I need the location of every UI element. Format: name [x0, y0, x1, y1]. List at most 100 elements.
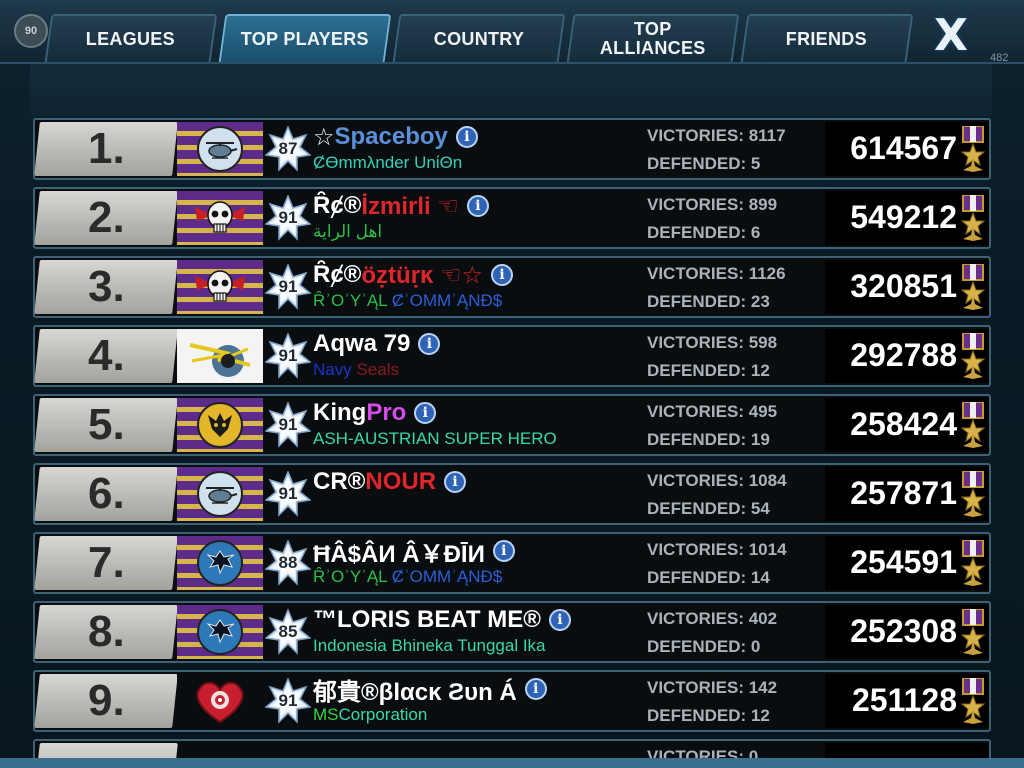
alliance-name-part: MS — [313, 705, 339, 724]
info-icon[interactable]: i — [524, 678, 547, 700]
tab-country[interactable]: COUNTRY — [392, 14, 566, 62]
player-row[interactable]: 2. 91 Ȓȼ® İzmirli ☜ i اهل الراية VICTORIES: 89… — [33, 187, 991, 249]
level-star-badge: 91 — [265, 678, 311, 724]
alliance-name-part: Seals — [356, 360, 399, 379]
alliance-name-part: ASH-AUSTRIAN SUPER HERO — [313, 429, 557, 448]
rank-number: 4. — [87, 331, 125, 380]
medal-icon — [960, 263, 986, 312]
tab-label: TOP ALLIANCES — [600, 19, 706, 58]
victories-stat: VICTORIES: 495 — [647, 402, 778, 421]
player-row[interactable]: 4. 91 Aqwa 79 i Navy Seals VICTORIES: 598 DEFE… — [33, 325, 991, 387]
rank-number: 7. — [87, 538, 125, 587]
defended-stat: DEFENDED: 54 — [647, 499, 770, 518]
score-value: 251128 — [851, 682, 957, 718]
alliance-name-part: ȻʾOMMʾĄNĐ$ — [391, 567, 503, 586]
rank-box: 7. — [34, 536, 178, 590]
level-star-badge: 91 — [265, 195, 311, 241]
medal-icon — [960, 539, 986, 588]
alliance-name: ASH-AUSTRIAN SUPER HERO — [313, 429, 557, 451]
victories-stat: VICTORIES: 8117 — [647, 126, 786, 145]
player-name-part: NOUR — [365, 468, 437, 495]
corner-counter: 482 — [990, 52, 1009, 64]
player-level-badge: 90 — [14, 14, 48, 48]
info-icon[interactable]: i — [418, 333, 441, 355]
score-value: 254591 — [850, 544, 957, 580]
player-name[interactable]: Aqwa 79 i — [313, 330, 441, 358]
player-name-part: Ȓȼ® — [313, 192, 362, 219]
defended-stat: DEFENDED: 6 — [647, 223, 761, 242]
score-value: 257871 — [850, 475, 957, 511]
alliance-name-part: اهل الراية — [313, 222, 383, 241]
info-icon[interactable]: i — [455, 126, 478, 148]
alliance-name-part: Navy — [313, 360, 357, 379]
info-icon[interactable]: i — [466, 195, 489, 217]
score-box: 257871 — [825, 467, 989, 521]
player-row[interactable]: 1. 87 ☆ Spaceboy i ȻӨmmλnder UnίΘn VICTORIES: … — [33, 118, 991, 180]
tab-label: LEAGUES — [86, 28, 176, 49]
victories-stat: VICTORIES: 899 — [647, 195, 778, 214]
player-name[interactable]: ™LORIS BEAT ME® i — [313, 606, 571, 634]
info-icon[interactable]: i — [492, 540, 515, 562]
lightning-emblem — [177, 329, 263, 383]
alliance-name-part: ȻӨmmλnder UnίΘn — [313, 153, 463, 172]
wolf-emblem — [177, 536, 263, 590]
player-name[interactable]: Ȓȼ® öẓtüṛĸ ☜☆ i — [313, 261, 514, 289]
player-name-part: ☆ — [313, 123, 335, 151]
player-name-part: ™LORIS BEAT ME® — [313, 606, 541, 633]
player-level: 85 — [278, 622, 298, 641]
player-name-part: Spaceboy — [334, 123, 448, 150]
tab-friends[interactable]: FRIENDS — [740, 14, 914, 62]
defended-stat: DEFENDED: 0 — [647, 637, 761, 656]
player-name[interactable]: ĦÂ$ÂИ Â￥ĐĪИ i — [313, 537, 515, 568]
helicopter-emblem — [177, 122, 263, 176]
rank-number: 5. — [87, 400, 125, 449]
close-button[interactable]: X — [928, 10, 974, 61]
player-name[interactable]: 郁貴®βlαcĸ Ƨυn Á i — [313, 675, 547, 706]
info-icon[interactable]: i — [414, 402, 437, 424]
player-name[interactable]: Ȓȼ® İzmirli ☜ i — [313, 192, 489, 220]
player-name-part: İzmirli ☜ — [361, 192, 459, 220]
player-level: 91 — [278, 208, 298, 227]
medal-icon — [960, 401, 986, 450]
level-star-badge: 91 — [265, 333, 311, 379]
level-star-badge: 91 — [265, 471, 311, 517]
score-value: 320851 — [850, 268, 957, 304]
player-row[interactable]: 3. 91 Ȓȼ® öẓtüṛĸ ☜☆ i ȒʾOʾYʾĄL ȻʾOMMʾĄNĐ$ VICT… — [33, 256, 991, 318]
rank-number: 8. — [87, 607, 125, 656]
player-row[interactable]: 8. 85 ™LORIS BEAT ME® i Indonesia Bhineka Tu… — [33, 601, 991, 663]
alliance-name-part: ȻʾOMMʾĄNĐ$ — [391, 291, 503, 310]
player-name-part: ĦÂ$ÂИ Â￥ĐĪИ — [313, 540, 485, 568]
victories-stat: VICTORIES: 402 — [647, 609, 778, 628]
player-name-part: Ȓȼ® — [313, 261, 362, 288]
player-row[interactable]: 5. 91 King Pro i ASH-AUSTRIAN SUPER HERO VICT… — [33, 394, 991, 456]
player-name[interactable]: King Pro i — [313, 399, 437, 427]
medal-icon — [960, 332, 986, 381]
defended-stat: DEFENDED: 19 — [647, 430, 770, 449]
rank-box: 4. — [34, 329, 178, 383]
player-level: 91 — [278, 346, 298, 365]
tab-leagues[interactable]: LEAGUES — [44, 14, 218, 62]
tab-top-players[interactable]: TOP PLAYERS — [218, 14, 392, 62]
score-box: 320851 — [825, 260, 989, 314]
tab-top-alliances[interactable]: TOP ALLIANCES — [566, 14, 740, 62]
player-row[interactable]: 7. 88 ĦÂ$ÂИ Â￥ĐĪИ i ȒʾOʾYʾĄL ȻʾOMMʾĄNĐ$ VICTO… — [33, 532, 991, 594]
alliance-name-part: Corporation — [338, 705, 428, 724]
rank-box: 2. — [34, 191, 178, 245]
info-icon[interactable]: i — [548, 609, 571, 631]
score-value: 252308 — [850, 613, 957, 649]
info-icon[interactable]: i — [491, 264, 514, 286]
player-name[interactable]: CR® NOUR i — [313, 468, 467, 496]
player-row[interactable]: 6. 91 CR® NOUR i VICTORIES: 1084 DEFENDED: 54 2… — [33, 463, 991, 525]
player-name-part: 郁貴®βlαcĸ Ƨυn Á — [313, 678, 517, 706]
heart-emblem — [177, 674, 263, 728]
rank-box: 9. — [34, 674, 178, 728]
defended-stat: DEFENDED: 12 — [647, 706, 770, 725]
level-star-badge: 91 — [265, 264, 311, 310]
info-icon[interactable]: i — [444, 471, 467, 493]
player-name[interactable]: ☆ Spaceboy i — [313, 123, 478, 151]
level-star-badge: 91 — [265, 402, 311, 448]
player-level: 91 — [278, 415, 298, 434]
alliance-name-part: ȒʾOʾYʾĄL — [313, 291, 392, 310]
level-star-badge: 87 — [265, 126, 311, 172]
player-row[interactable]: 9. 91 郁貴®βlαcĸ Ƨυn Á i MSCorporation VICTORIE… — [33, 670, 991, 732]
